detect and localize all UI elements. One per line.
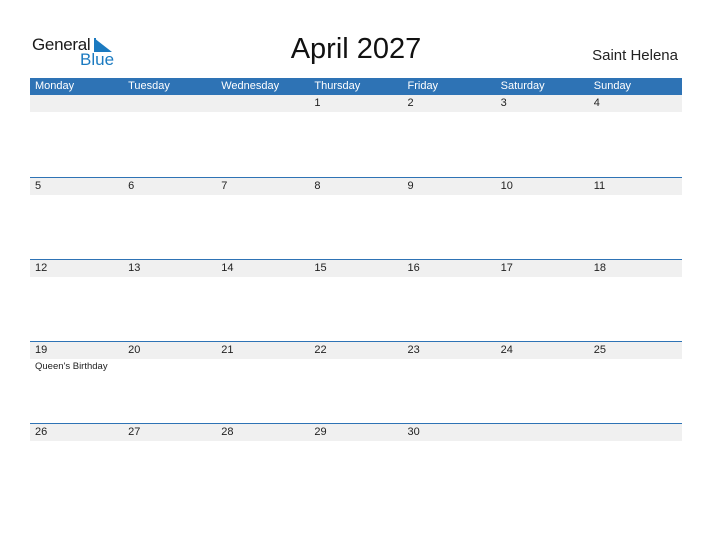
week-row: 19 20 21 22 23 24 25 Queen's Birthday [30,341,682,423]
holiday-label [403,277,496,279]
holiday-label [403,195,496,197]
holiday-label [496,195,589,197]
holiday-label [496,112,589,114]
week-row: 26 27 28 29 30 [30,423,682,505]
day-number-band: 1 2 3 4 [30,95,682,112]
holiday-label [309,441,402,443]
day-number: 4 [593,97,600,109]
day-number: 13 [128,262,141,274]
weekday-thursday: Thursday [314,80,361,92]
week-row: 5 6 7 8 9 10 11 [30,177,682,259]
day-number: 3 [500,97,507,109]
day-number: 18 [593,262,606,274]
holiday-label [30,112,123,114]
weekday-friday: Friday [407,80,439,92]
holiday-label [589,277,682,279]
holiday-label [216,359,309,372]
day-number: 6 [128,180,135,192]
holiday-label [589,195,682,197]
holiday-label: Queen's Birthday [35,361,108,372]
day-number [496,424,589,441]
event-band [30,441,682,443]
day-number: 21 [221,344,234,356]
day-number: 9 [407,180,414,192]
country-label: Saint Helena [592,47,678,64]
holiday-label [496,277,589,279]
day-number: 22 [314,344,327,356]
holiday-label [403,441,496,443]
day-number: 10 [500,180,513,192]
day-number: 11 [593,180,606,192]
day-number: 28 [221,426,234,438]
weekday-header: Monday Tuesday Wednesday Thursday Friday… [30,78,682,95]
day-number: 16 [407,262,420,274]
day-number [216,95,309,112]
day-number: 8 [314,180,321,192]
day-number-band: 12 13 14 15 16 17 18 [30,260,682,277]
week-row: 12 13 14 15 16 17 18 [30,259,682,341]
weekday-wednesday: Wednesday [221,80,280,92]
holiday-label [309,112,402,114]
day-number: 19 [35,344,48,356]
event-band [30,195,682,197]
holiday-label [403,359,496,372]
holiday-label [403,112,496,114]
day-number: 30 [407,426,420,438]
week-row: 1 2 3 4 [30,95,682,177]
holiday-label [309,359,402,372]
day-number: 29 [314,426,327,438]
day-number: 15 [314,262,327,274]
holiday-label [123,359,216,372]
day-number: 12 [35,262,48,274]
holiday-label [589,441,682,443]
day-number: 1 [314,97,321,109]
holiday-label [496,359,589,372]
day-number-band: 19 20 21 22 23 24 25 [30,342,682,359]
day-number [589,424,682,441]
day-number: 27 [128,426,141,438]
day-number: 7 [221,180,228,192]
weekday-monday: Monday [35,80,75,92]
weekday-sunday: Sunday [593,80,632,92]
day-number: 25 [593,344,606,356]
day-number: 26 [35,426,48,438]
weekday-tuesday: Tuesday [128,80,170,92]
day-number [30,95,123,112]
holiday-label [589,359,682,372]
holiday-label [30,277,123,279]
holiday-label [216,277,309,279]
holiday-label [309,195,402,197]
event-band [30,277,682,279]
day-number [123,95,216,112]
day-number: 24 [500,344,513,356]
holiday-label [309,277,402,279]
event-band [30,112,682,114]
day-number: 17 [500,262,513,274]
day-number-band: 26 27 28 29 30 [30,424,682,441]
holiday-label [30,441,123,443]
holiday-label [123,277,216,279]
day-number: 14 [221,262,234,274]
weekday-saturday: Saturday [500,80,545,92]
day-number: 23 [407,344,420,356]
holiday-label [30,195,123,197]
holiday-label [496,441,589,443]
holiday-label [123,441,216,443]
holiday-label [123,195,216,197]
day-number-band: 5 6 7 8 9 10 11 [30,178,682,195]
calendar-grid: Monday Tuesday Wednesday Thursday Friday… [30,78,682,505]
holiday-label [123,112,216,114]
day-number: 2 [407,97,414,109]
holiday-label [216,441,309,443]
event-band: Queen's Birthday [30,359,682,372]
day-number: 20 [128,344,141,356]
holiday-label [216,195,309,197]
day-number: 5 [35,180,42,192]
holiday-label [216,112,309,114]
holiday-label [589,112,682,114]
